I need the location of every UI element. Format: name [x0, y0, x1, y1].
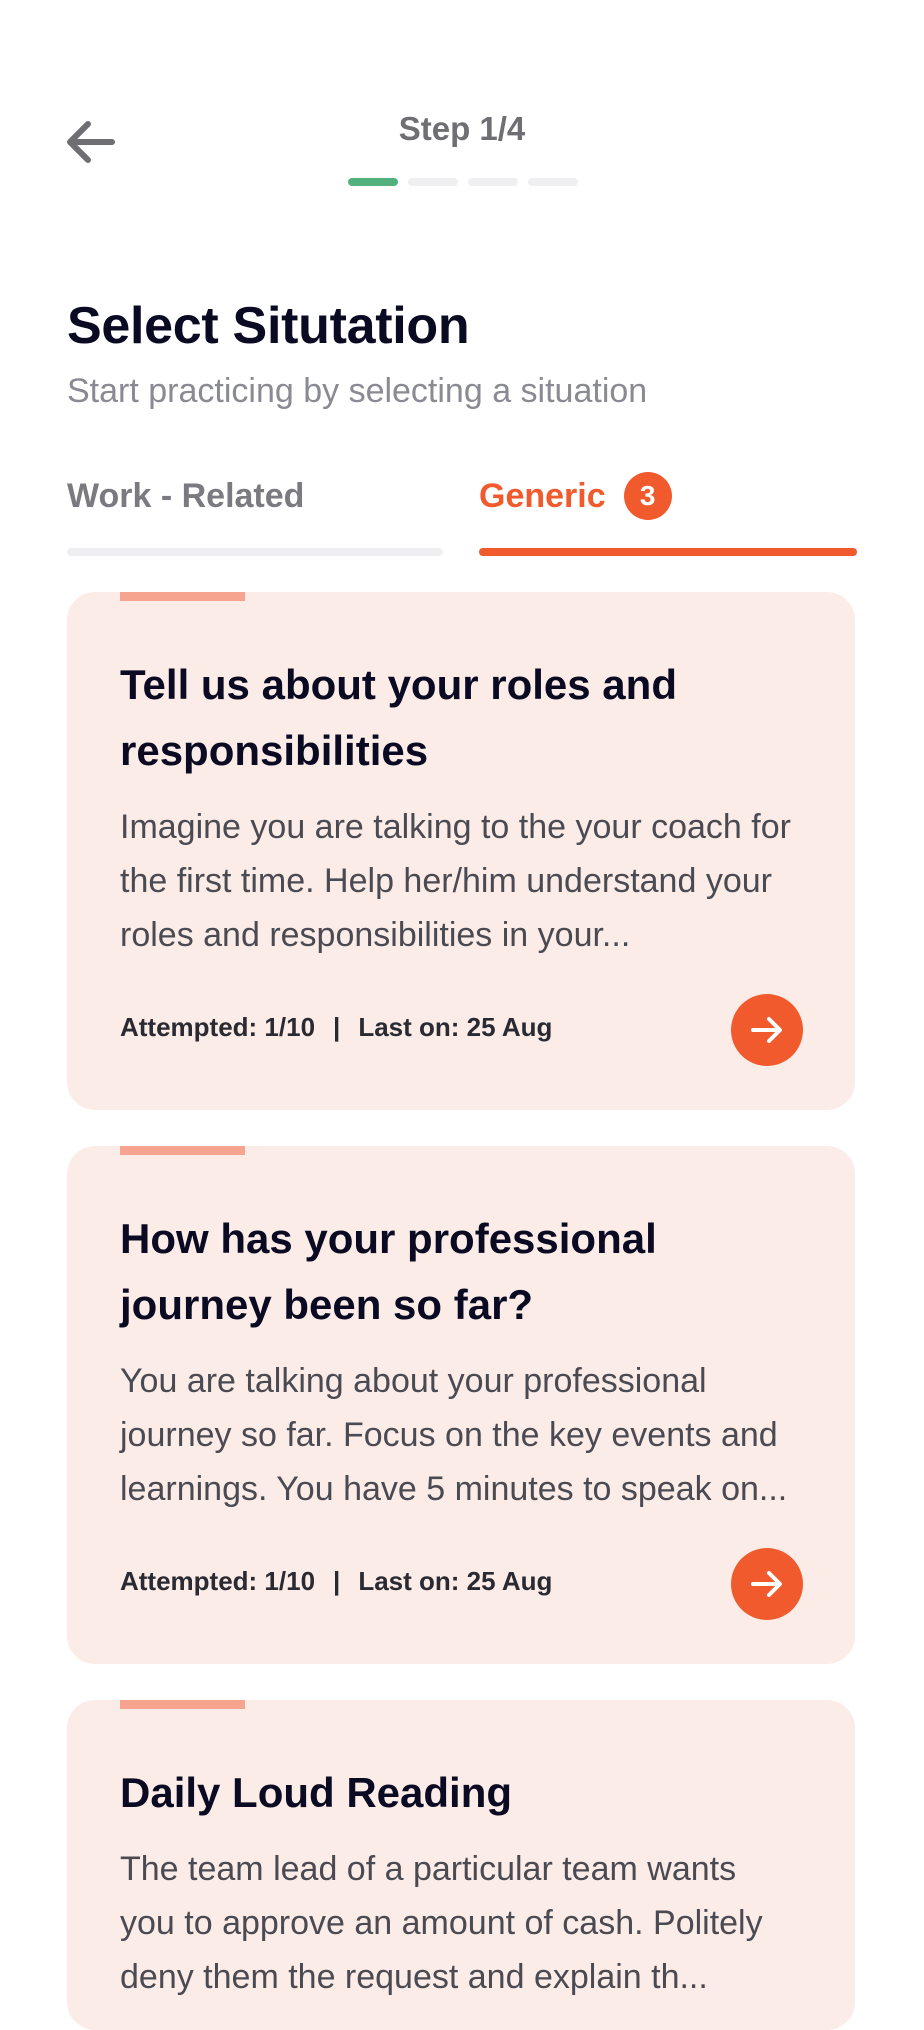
card-attempted: Attempted: 1/10 — [120, 1012, 316, 1042]
step-label: Step 1/4 — [398, 110, 526, 147]
situation-tabs: Work - Related Generic 3 — [67, 470, 857, 560]
card-go-button[interactable] — [731, 1548, 803, 1620]
card-last-on: Last on: 25 Aug — [358, 1012, 553, 1042]
card-accent-bar — [120, 592, 245, 601]
arrow-right-icon — [751, 1017, 782, 1043]
situation-card[interactable]: Tell us about your roles and responsibil… — [67, 592, 855, 1110]
step-bar-1 — [348, 178, 398, 186]
arrow-right-icon — [751, 1571, 782, 1597]
card-accent-bar — [120, 1700, 245, 1709]
tab-generic-underline — [479, 548, 857, 556]
tab-generic[interactable]: Generic 3 — [479, 470, 857, 560]
card-title: How has your professional journey been s… — [120, 1215, 657, 1328]
tab-work-related-label: Work - Related — [67, 477, 305, 515]
card-attempted: Attempted: 1/10 — [120, 1566, 316, 1596]
card-last-on: Last on: 25 Aug — [358, 1566, 553, 1596]
tab-generic-row: Generic 3 — [479, 470, 857, 522]
header: Step 1/4 — [0, 0, 924, 200]
page-subtitle: Start practicing by selecting a situatio… — [67, 372, 648, 410]
step-bar-2 — [408, 178, 458, 186]
card-description: You are talking about your professional … — [120, 1362, 788, 1508]
card-title: Daily Loud Reading — [120, 1769, 513, 1816]
tab-work-related[interactable]: Work - Related — [67, 470, 443, 560]
card-description: Imagine you are talking to the your coac… — [120, 808, 791, 954]
tab-work-related-underline — [67, 548, 443, 556]
tab-generic-count-badge: 3 — [623, 472, 672, 520]
situation-card[interactable]: How has your professional journey been s… — [67, 1146, 855, 1664]
step-bar-4 — [528, 178, 578, 186]
card-meta: Attempted: 1/10 | Last on: 25 Aug — [120, 1012, 552, 1043]
step-progress — [348, 178, 578, 186]
card-meta-separator: | — [333, 1012, 341, 1042]
card-accent-bar — [120, 1146, 245, 1155]
step-bar-3 — [468, 178, 518, 186]
card-description: The team lead of a particular team wants… — [120, 1850, 763, 1996]
card-go-button[interactable] — [731, 994, 803, 1066]
card-meta: Attempted: 1/10 | Last on: 25 Aug — [120, 1566, 552, 1597]
situation-card[interactable]: Daily Loud Reading The team lead of a pa… — [67, 1700, 855, 2030]
page-title: Select Situtation — [67, 297, 470, 355]
card-meta-separator: | — [333, 1566, 341, 1596]
card-title: Tell us about your roles and responsibil… — [120, 661, 677, 774]
tab-generic-label: Generic — [479, 477, 606, 515]
